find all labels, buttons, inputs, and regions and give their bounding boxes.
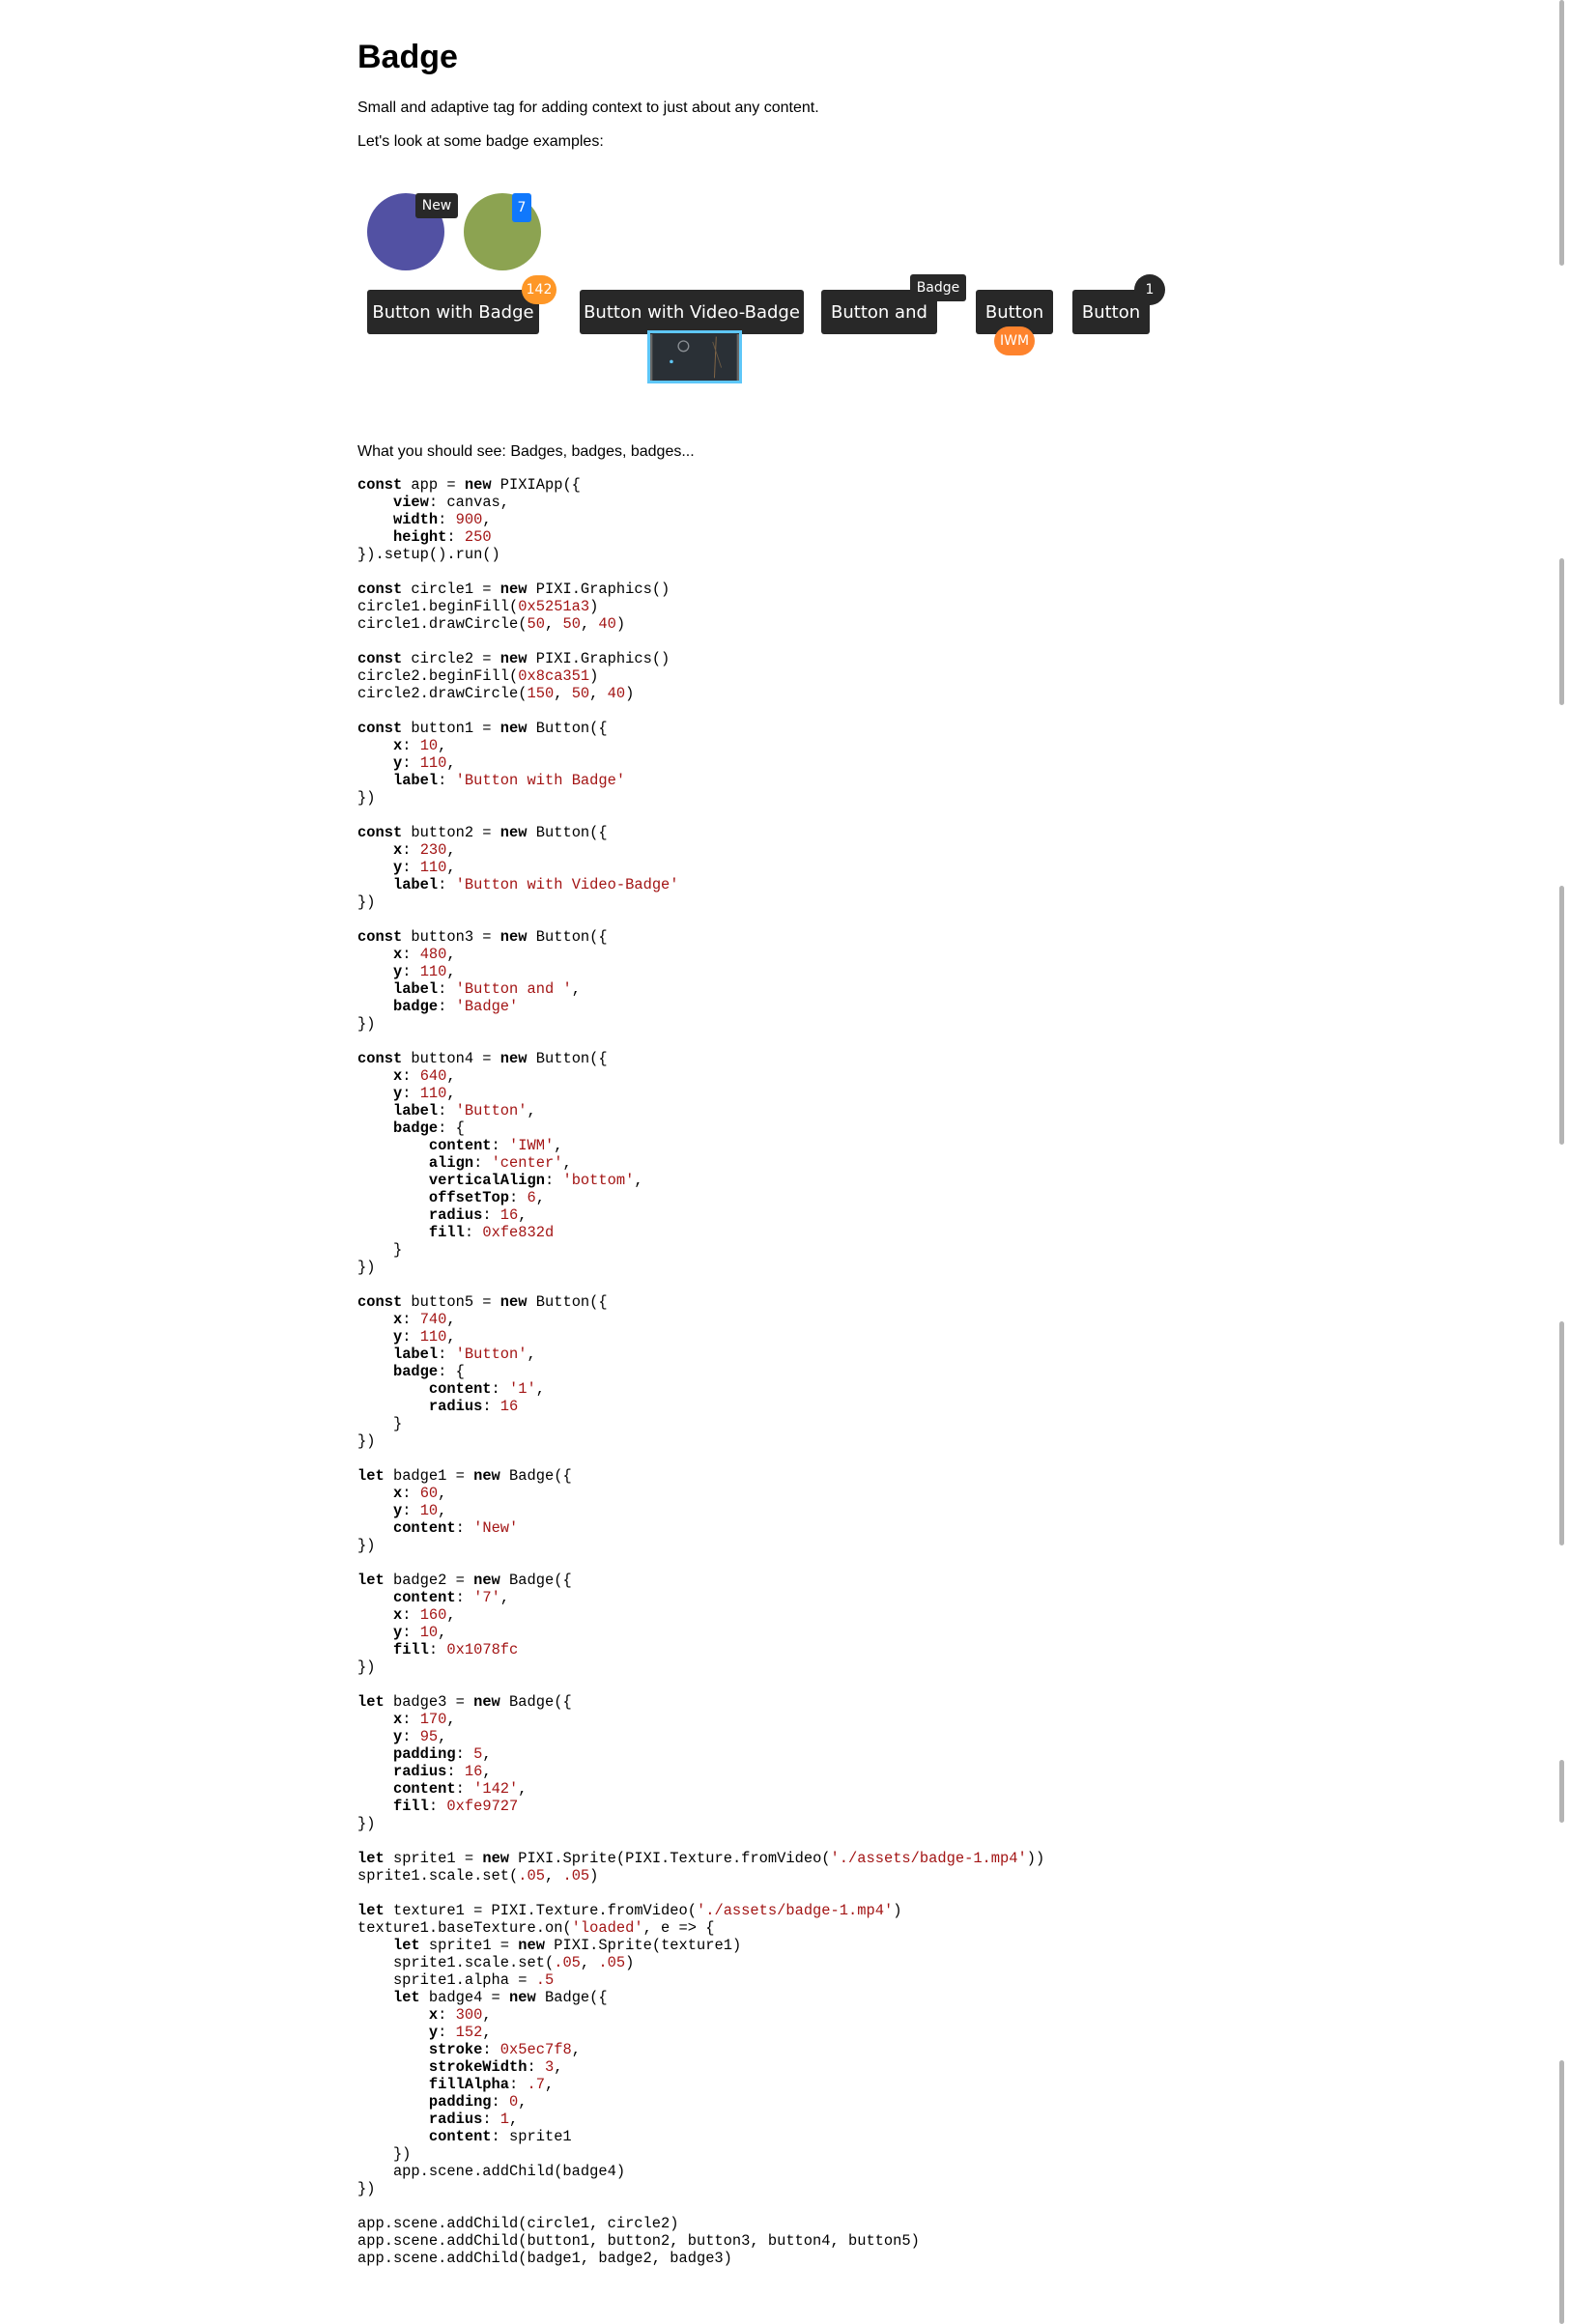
page-scrollbar[interactable]	[1555, 0, 1569, 2324]
scrollbar-thumb-2[interactable]	[1559, 558, 1564, 705]
button-with-badge[interactable]: Button with Badge	[367, 290, 539, 334]
video-thumbnail-icon	[652, 333, 737, 381]
badge-count-7: 7	[512, 193, 531, 222]
scrollbar-thumb-1[interactable]	[1559, 0, 1564, 266]
scrollbar-thumb-5[interactable]	[1559, 1760, 1564, 1823]
pixi-canvas[interactable]: New 7 Button with Badge 142 Button with …	[357, 170, 1227, 411]
scrollbar-thumb-6[interactable]	[1559, 2060, 1564, 2324]
scrollbar-thumb-4[interactable]	[1559, 1321, 1564, 1545]
badge-label-badge: Badge	[910, 274, 966, 301]
intro-text: Small and adaptive tag for adding contex…	[357, 99, 819, 116]
badge-new: New	[415, 193, 458, 218]
lead-text: Let's look at some badge examples:	[357, 133, 604, 150]
expected-result-text: What you should see: Badges, badges, bad…	[357, 443, 695, 460]
video-badge	[647, 330, 742, 383]
page-title: Badge	[357, 39, 458, 75]
code-listing: const app = new PIXIApp({ view: canvas, …	[357, 476, 1045, 2267]
badge-one: 1	[1134, 274, 1165, 305]
button-with-video-badge[interactable]: Button with Video-Badge	[580, 290, 804, 334]
badge-142: 142	[522, 275, 556, 304]
scrollbar-thumb-3[interactable]	[1559, 886, 1564, 1145]
badge-iwm: IWM	[994, 326, 1035, 355]
